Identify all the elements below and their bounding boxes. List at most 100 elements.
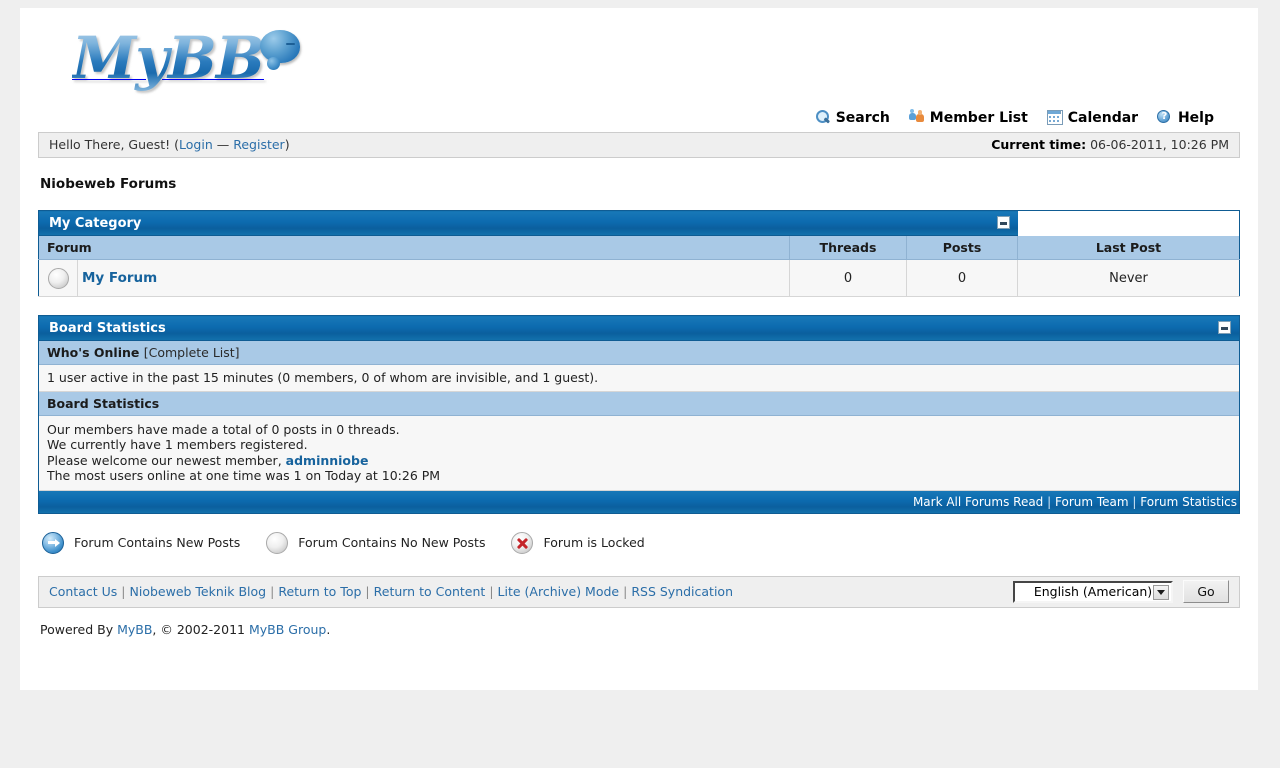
footer-link-sep-5: | [623, 584, 628, 599]
mybb-group-link[interactable]: MyBB Group [249, 622, 326, 637]
board-name: Niobeweb Forums [40, 176, 177, 192]
nav-member-list-label[interactable]: Member List [930, 110, 1028, 126]
complete-list-link[interactable]: [Complete List] [144, 345, 240, 360]
forum-posts-count: 0 [906, 259, 1018, 297]
forum-category-table: My Category Forum Threads Posts Last Pos… [38, 210, 1240, 297]
footer-link-rss-syndication[interactable]: RSS Syndication [631, 584, 733, 599]
footer-link-sep-1: | [121, 584, 126, 599]
whos-online-subheader-cell: Who's Online [Complete List] [39, 341, 1240, 365]
footer-link-lite-mode[interactable]: Lite (Archive) Mode [498, 584, 620, 599]
legend-item-locked: Forum is Locked [511, 531, 645, 554]
top-navigation: Search Member List Calendar ? Help [38, 108, 1240, 132]
stats-line-posts: Our members have made a total of 0 posts… [47, 421, 400, 437]
forum-new-posts-icon [42, 531, 64, 554]
nav-calendar-label[interactable]: Calendar [1068, 110, 1138, 126]
language-select[interactable]: English (American) [1013, 580, 1173, 603]
chevron-down-icon[interactable] [1153, 584, 1169, 600]
mybb-link[interactable]: MyBB [117, 622, 152, 637]
collapse-statistics-button[interactable] [1218, 321, 1231, 334]
whos-online-text: 1 user active in the past 15 minutes (0 … [39, 365, 1239, 392]
mybb-logo[interactable]: MyBB [72, 24, 300, 92]
statistics-body: Our members have made a total of 0 posts… [39, 415, 1239, 491]
forum-no-new-posts-icon [47, 267, 69, 289]
nav-search-label[interactable]: Search [836, 110, 890, 126]
footer-link-sep-4: | [489, 584, 494, 599]
go-button[interactable]: Go [1183, 580, 1229, 603]
forum-link-my-forum[interactable]: My Forum [82, 270, 157, 286]
powered-middle: , © 2002-2011 [152, 621, 245, 637]
newest-member-link[interactable]: adminniobe [286, 453, 369, 468]
powered-prefix: Powered By [40, 621, 114, 637]
help-icon: ? [1156, 109, 1173, 125]
category-header: My Category [38, 210, 1018, 236]
search-icon [815, 109, 831, 125]
footer-bar: Contact Us | Niobeweb Teknik Blog | Return t… [38, 575, 1240, 608]
board-statistics-table: Board Statistics Who's Online [Complete … [38, 315, 1240, 514]
legend-item-new-posts: Forum Contains New Posts [42, 531, 241, 554]
footer-sep-1: | [1047, 494, 1052, 509]
forum-name-cell: My Forum [77, 259, 790, 297]
forum-statistics-link[interactable]: Forum Statistics [1140, 495, 1237, 509]
whos-online-subheader: Who's Online [Complete List] [39, 341, 1239, 365]
footer-link-teknik-blog[interactable]: Niobeweb Teknik Blog [130, 584, 267, 599]
stats-line-members: We currently have 1 members registered. [47, 437, 308, 452]
footer-link-sep-3: | [365, 584, 370, 599]
forum-no-new-posts-icon [266, 531, 289, 554]
nav-help[interactable]: ? Help [1156, 108, 1214, 128]
nav-help-label[interactable]: Help [1178, 110, 1214, 126]
footer-link-return-to-content[interactable]: Return to Content [374, 584, 486, 599]
footer-link-return-to-top[interactable]: Return to Top [278, 584, 361, 599]
board-statistics-title: Board Statistics [49, 320, 166, 336]
nav-search[interactable]: Search [815, 108, 904, 128]
forum-team-link[interactable]: Forum Team [1055, 495, 1129, 509]
column-header-forum: Forum [38, 235, 790, 260]
forum-status-cell [38, 259, 78, 297]
logo-area: MyBB [38, 8, 1240, 108]
welcome-bar: Hello There, Guest! (Login — Register) C… [38, 132, 1240, 158]
current-time-label: Current time: [991, 137, 1087, 152]
language-form: English (American) Go [1013, 580, 1229, 603]
legend-label-new-posts: Forum Contains New Posts [74, 535, 241, 550]
mark-all-forums-read-link[interactable]: Mark All Forums Read [913, 495, 1043, 509]
welcome-greeting: Hello There, Guest! (Login — Register) [49, 132, 290, 158]
forum-last-post: Never [1017, 259, 1240, 297]
forum-threads-count: 0 [789, 259, 907, 297]
breadcrumb: Niobeweb Forums [40, 176, 1240, 192]
nav-member-list[interactable]: Member List [908, 108, 1042, 128]
column-header-threads: Threads [789, 235, 907, 260]
board-statistics-header: Board Statistics [38, 315, 1240, 341]
register-link[interactable]: Register [233, 137, 284, 152]
stats-line-record: The most users online at one time was 1 … [47, 468, 441, 483]
nav-calendar[interactable]: Calendar [1046, 108, 1152, 128]
legend-item-no-new-posts: Forum Contains No New Posts [266, 531, 485, 554]
page-background: MyBB Search Member List Calendar ? Help … [0, 0, 1280, 768]
column-header-last-post: Last Post [1017, 235, 1240, 260]
footer-links: Contact Us | Niobeweb Teknik Blog | Return t… [49, 584, 733, 599]
whos-online-heading: Who's Online [47, 345, 140, 360]
collapse-category-button[interactable] [996, 216, 1010, 229]
forum-icon-legend: Forum Contains New Posts Forum Contains … [42, 531, 1240, 554]
powered-by: Powered By MyBB, © 2002-2011 MyBB Group. [40, 622, 1240, 637]
dash-separator: — [216, 137, 230, 152]
close-paren: ) [284, 137, 290, 152]
table-row: My Forum 0 0 Never [38, 259, 1240, 297]
footer-link-sep-2: | [270, 584, 275, 599]
stats-newest-prefix: Please welcome our newest member, [47, 452, 282, 468]
statistics-footer-links: Mark All Forums Read | Forum Team | Foru… [39, 490, 1239, 513]
greeting-text: Hello There, Guest! [49, 137, 171, 152]
current-time: Current time: 06-06-2011, 10:26 PM [991, 132, 1229, 158]
login-link[interactable]: Login [179, 137, 213, 152]
logo-text: MyBB [72, 24, 265, 92]
column-header-posts: Posts [906, 235, 1018, 260]
powered-suffix: . [326, 621, 331, 637]
current-time-value: 06-06-2011, 10:26 PM [1090, 137, 1229, 152]
statistics-body-cell: Our members have made a total of 0 posts… [39, 415, 1240, 491]
category-title: My Category [49, 215, 142, 231]
stats-line-newest: Please welcome our newest member, adminn… [47, 453, 1231, 469]
members-icon [908, 109, 925, 125]
statistics-footer-cell: Mark All Forums Read | Forum Team | Foru… [39, 490, 1240, 514]
footer-sep-2: | [1132, 494, 1137, 509]
footer-link-contact-us[interactable]: Contact Us [49, 584, 117, 599]
calendar-icon [1046, 109, 1063, 125]
statistics-subheader-cell: Board Statistics [39, 391, 1240, 416]
